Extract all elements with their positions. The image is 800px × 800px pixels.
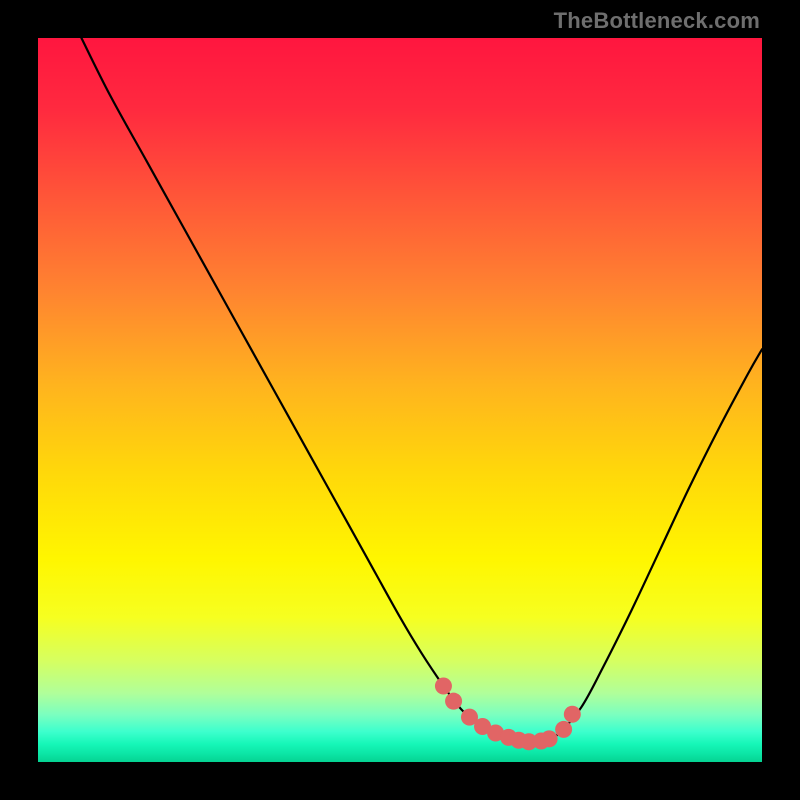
highlight-dot: [445, 693, 462, 710]
plot-area: [38, 38, 762, 762]
highlight-dots: [38, 38, 762, 762]
highlight-dot: [555, 721, 572, 738]
highlight-dot: [435, 677, 452, 694]
watermark-text: TheBottleneck.com: [554, 8, 760, 34]
highlight-dot: [564, 706, 581, 723]
chart-frame: TheBottleneck.com: [0, 0, 800, 800]
highlight-dot: [541, 730, 558, 747]
